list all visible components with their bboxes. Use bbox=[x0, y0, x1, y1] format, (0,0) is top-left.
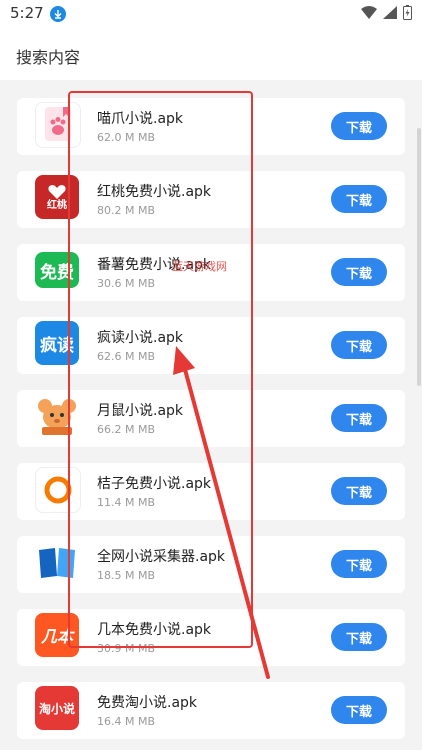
wifi-icon bbox=[361, 6, 377, 19]
app-name: 疯读小说.apk bbox=[97, 330, 184, 346]
mouse-icon bbox=[35, 394, 79, 438]
status-bar: 5:27 bbox=[0, 0, 422, 28]
list-item[interactable]: 喵爪小说.apk 62.0 M MB 下载 bbox=[17, 98, 405, 155]
download-button[interactable]: 下载 bbox=[331, 404, 387, 432]
list-item[interactable]: 月鼠小说.apk 66.2 M MB 下载 bbox=[17, 390, 405, 447]
page-title: 搜索内容 bbox=[16, 48, 81, 67]
top-bar: 搜索内容 bbox=[0, 28, 422, 80]
app-name: 几本免费小说.apk bbox=[97, 622, 212, 638]
red-heart-book-icon: 红桃 bbox=[35, 175, 79, 219]
app-size: 16.4 M MB bbox=[97, 715, 156, 728]
download-button[interactable]: 下载 bbox=[331, 477, 387, 505]
status-time: 5:27 bbox=[10, 4, 44, 22]
download-button[interactable]: 下载 bbox=[331, 550, 387, 578]
app-size: 18.5 M MB bbox=[97, 569, 156, 582]
status-icons bbox=[361, 5, 412, 20]
list-item[interactable]: 淘小说 免费淘小说.apk 16.4 M MB 下载 bbox=[17, 682, 405, 739]
list-item[interactable]: 红桃 红桃免费小说.apk 80.2 M MB 下载 bbox=[17, 171, 405, 228]
app-size: 30.6 M MB bbox=[97, 277, 156, 290]
app-size: 80.2 M MB bbox=[97, 204, 156, 217]
app-size: 62.0 M MB bbox=[97, 131, 156, 144]
download-button[interactable]: 下载 bbox=[331, 112, 387, 140]
app-name: 月鼠小说.apk bbox=[97, 403, 184, 419]
app-size: 62.6 M MB bbox=[97, 350, 156, 363]
jiben-icon: 几本 bbox=[35, 613, 79, 657]
list-item[interactable]: 疯读 疯读小说.apk 62.6 M MB 下载 bbox=[17, 317, 405, 374]
open-book-icon bbox=[35, 540, 79, 584]
tao-novel-icon: 淘小说 bbox=[35, 686, 79, 730]
app-size: 11.4 M MB bbox=[97, 496, 156, 509]
download-button[interactable]: 下载 bbox=[331, 331, 387, 359]
app-name: 喵爪小说.apk bbox=[97, 111, 184, 127]
orange-ring-icon bbox=[35, 467, 81, 513]
scrollbar[interactable] bbox=[417, 128, 421, 386]
list-item[interactable]: 桔子免费小说.apk 11.4 M MB 下载 bbox=[17, 463, 405, 520]
battery-icon bbox=[403, 5, 412, 20]
download-notification-icon bbox=[50, 6, 66, 22]
app-name: 全网小说采集器.apk bbox=[97, 549, 226, 565]
download-button[interactable]: 下载 bbox=[331, 696, 387, 724]
download-button[interactable]: 下载 bbox=[331, 623, 387, 651]
fengdu-icon: 疯读 bbox=[35, 321, 79, 365]
signal-icon bbox=[383, 6, 397, 19]
app-size: 30.9 M MB bbox=[97, 642, 156, 655]
app-size: 66.2 M MB bbox=[97, 423, 156, 436]
app-name: 桔子免费小说.apk bbox=[97, 476, 212, 492]
list-item[interactable]: 全网小说采集器.apk 18.5 M MB 下载 bbox=[17, 536, 405, 593]
download-button[interactable]: 下载 bbox=[331, 258, 387, 286]
cat-paw-icon bbox=[35, 102, 81, 148]
list-item[interactable]: 几本 几本免费小说.apk 30.9 M MB 下载 bbox=[17, 609, 405, 666]
free-green-icon: 免费 bbox=[35, 248, 79, 292]
app-name: 免费淘小说.apk bbox=[97, 695, 198, 711]
download-button[interactable]: 下载 bbox=[331, 185, 387, 213]
watermark: 蓝天游戏网 bbox=[172, 260, 227, 273]
app-name: 红桃免费小说.apk bbox=[97, 184, 212, 200]
